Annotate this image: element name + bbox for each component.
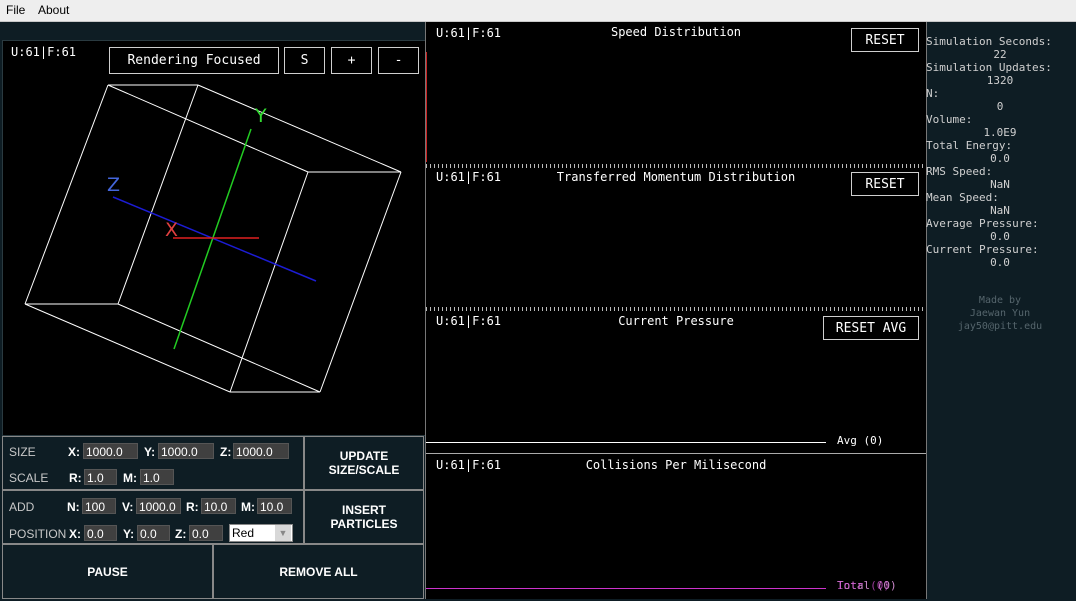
n-label: N: (926, 87, 940, 100)
add-m-field[interactable]: 10.0 (257, 498, 292, 514)
collisions-line (426, 588, 826, 589)
size-label: SIZE (9, 445, 36, 459)
add-particles-panel: ADD N: 100 V: 1000.0 R: 10.0 M: 10.0 POS… (2, 490, 304, 544)
update-size-scale-button[interactable]: UPDATE SIZE/SCALE (304, 436, 424, 490)
y-axis-label: Y (255, 105, 267, 127)
scale-label: SCALE (9, 471, 49, 485)
chevron-down-icon[interactable]: ▼ (275, 525, 291, 541)
graph-title: Collisions Per Milisecond (585, 458, 767, 472)
add-r-label: R: (186, 500, 199, 514)
add-v-label: V: (122, 500, 134, 514)
reset-avg-button[interactable]: RESET AVG (823, 316, 919, 340)
graphs-column: U:61|F:61 Speed Distribution RESET U:61|… (425, 22, 927, 599)
volume-value: 1.0E9 (983, 126, 1017, 139)
credit-email: jay50@pitt.edu (957, 321, 1043, 332)
size-scale-panel: SIZE X: 1000.0 Y: 1000.0 Z: 1000.0 SCALE… (2, 436, 304, 490)
render-viewport[interactable]: U:61|F:61 Rendering Focused S + - X Y Z (2, 40, 426, 436)
rms-value: NaN (990, 178, 1010, 191)
graph-bar (426, 52, 427, 162)
avg-legend: Avg (0) (837, 434, 884, 447)
pos-y-label: Y: (123, 527, 135, 541)
intr-legend: Intr (0) (837, 579, 890, 592)
mean-value: NaN (990, 204, 1010, 217)
pos-z-label: Z: (175, 527, 187, 541)
energy-value: 0.0 (990, 152, 1010, 165)
add-v-field[interactable]: 1000.0 (136, 498, 181, 514)
z-axis-label: Z (107, 174, 121, 196)
energy-label: Total Energy: (926, 139, 1013, 152)
size-y-label: Y: (144, 445, 156, 459)
add-n-label: N: (67, 500, 80, 514)
color-select-value: Red (232, 526, 255, 540)
stats-panel: Simulation Seconds: 22 Simulation Update… (926, 22, 1076, 601)
add-m-label: M: (241, 500, 255, 514)
volume-label: Volume: (926, 113, 973, 126)
momentum-distribution-graph: U:61|F:61 Transferred Momentum Distribut… (426, 168, 926, 308)
size-x-label: X: (68, 445, 80, 459)
pos-z-field[interactable]: 0.0 (189, 525, 223, 541)
pause-button[interactable]: PAUSE (2, 544, 213, 599)
scale-r-label: R: (69, 471, 82, 485)
reset-momentum-button[interactable]: RESET (851, 172, 919, 196)
menu-file[interactable]: File (6, 3, 25, 17)
z-axis-line (112, 196, 317, 282)
y-axis-line (173, 128, 252, 350)
pos-y-field[interactable]: 0.0 (137, 525, 170, 541)
simulation-box-3d (24, 84, 402, 393)
menu-bar: File About (0, 0, 1076, 22)
sim-seconds-label: Simulation Seconds: (926, 35, 1052, 48)
mean-label: Mean Speed: (926, 191, 999, 204)
add-label: ADD (9, 500, 35, 514)
avg-pressure-label: Average Pressure: (926, 217, 1039, 230)
size-y-field[interactable]: 1000.0 (158, 443, 214, 459)
size-z-label: Z: (220, 445, 232, 459)
scale-r-field[interactable]: 1.0 (84, 469, 117, 485)
sim-seconds-value: 22 (993, 48, 1007, 61)
pos-x-field[interactable]: 0.0 (84, 525, 117, 541)
rms-label: RMS Speed: (926, 165, 993, 178)
avg-pressure-line (426, 442, 826, 443)
graph-divider (426, 307, 926, 311)
credit-made-by: Made by (978, 295, 1022, 306)
collisions-graph: U:61|F:61 Collisions Per Milisecond Tota… (426, 456, 926, 599)
reset-speed-button[interactable]: RESET (851, 28, 919, 52)
graph-divider (426, 453, 926, 454)
credit-author: Jaewan Yun (969, 308, 1031, 319)
scale-m-field[interactable]: 1.0 (140, 469, 174, 485)
remove-all-button[interactable]: REMOVE ALL (213, 544, 424, 599)
size-x-field[interactable]: 1000.0 (83, 443, 138, 459)
pos-x-label: X: (69, 527, 81, 541)
cur-pressure-value: 0.0 (990, 256, 1010, 269)
sim-updates-label: Simulation Updates: (926, 61, 1052, 74)
speed-distribution-graph: U:61|F:61 Speed Distribution RESET (426, 22, 926, 166)
scale-m-label: M: (123, 471, 137, 485)
current-pressure-graph: U:61|F:61 Current Pressure RESET AVG Avg… (426, 312, 926, 453)
color-select[interactable]: Red ▼ (229, 524, 293, 542)
x-axis-label: X (165, 219, 179, 241)
menu-about[interactable]: About (38, 3, 69, 17)
add-r-field[interactable]: 10.0 (201, 498, 236, 514)
cur-pressure-label: Current Pressure: (926, 243, 1039, 256)
avg-pressure-value: 0.0 (990, 230, 1010, 243)
size-z-field[interactable]: 1000.0 (233, 443, 289, 459)
add-n-field[interactable]: 100 (82, 498, 116, 514)
n-value: 0 (996, 100, 1004, 113)
insert-particles-button[interactable]: INSERT PARTICLES (304, 490, 424, 544)
position-label: POSITION (9, 527, 67, 541)
sim-updates-value: 1320 (986, 74, 1014, 87)
